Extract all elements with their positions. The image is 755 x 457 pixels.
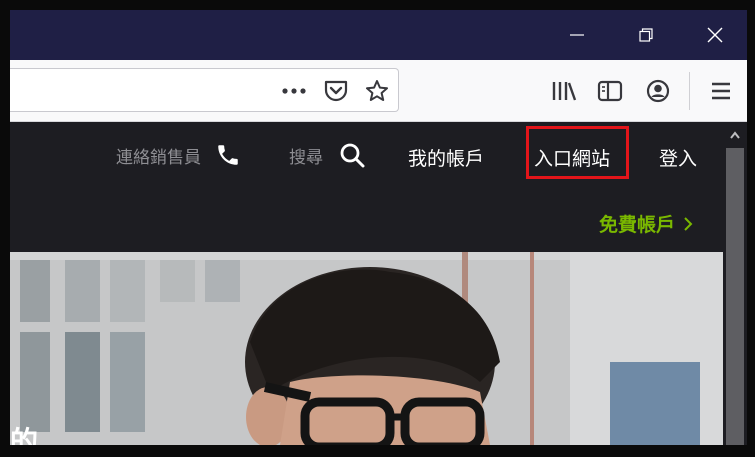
phone-icon	[218, 145, 238, 165]
restore-button[interactable]	[623, 10, 669, 60]
library-icon	[552, 82, 577, 101]
minimize-button[interactable]	[554, 10, 600, 60]
library-button[interactable]	[548, 75, 580, 107]
hamburger-menu-icon	[712, 82, 730, 100]
portal-link[interactable]: 入口網站	[534, 144, 610, 171]
main-menu-button[interactable]	[705, 75, 737, 107]
browser-window: 連絡銷售員 搜尋 我的帳戶 入口網站 登入 免費帳戶 的	[0, 0, 755, 457]
title-bar	[10, 10, 747, 60]
sidebar-button[interactable]	[594, 75, 626, 107]
account-button[interactable]	[642, 75, 674, 107]
pocket-button[interactable]	[320, 75, 352, 107]
free-account-link[interactable]: 免費帳戶	[599, 210, 693, 237]
portal-label: 入口網站	[534, 148, 611, 170]
my-account-link[interactable]: 我的帳戶	[408, 144, 484, 171]
page-actions-button[interactable]	[278, 75, 310, 107]
contact-sales-label: 連絡銷售員	[116, 147, 201, 168]
chevron-up-icon	[730, 131, 740, 139]
my-account-label: 我的帳戶	[408, 148, 485, 170]
sidebar-icon	[597, 80, 623, 102]
toolbar-separator	[689, 72, 690, 110]
hero-heading: 的	[10, 425, 39, 445]
login-label: 登入	[659, 148, 698, 170]
hero-image: 的	[10, 252, 723, 445]
scroll-up-button[interactable]	[723, 126, 747, 144]
hero-photo	[10, 252, 723, 445]
more-horizontal-icon	[282, 88, 306, 94]
site-header: 連絡銷售員 搜尋 我的帳戶 入口網站 登入 免費帳戶	[10, 122, 723, 252]
pocket-icon	[324, 80, 348, 102]
close-button[interactable]	[692, 10, 738, 60]
search-link[interactable]: 搜尋	[289, 142, 365, 168]
search-label: 搜尋	[289, 147, 323, 168]
free-account-label: 免費帳戶	[599, 214, 676, 236]
chevron-right-icon	[684, 216, 693, 231]
search-icon	[340, 143, 365, 168]
url-bar[interactable]	[10, 68, 399, 112]
star-icon	[366, 80, 388, 101]
contact-sales-link[interactable]: 連絡銷售員	[116, 142, 241, 168]
minimize-icon	[570, 34, 584, 36]
bookmark-star-button[interactable]	[361, 75, 393, 107]
login-link[interactable]: 登入	[659, 144, 697, 171]
restore-icon	[639, 28, 653, 42]
page-scrollbar[interactable]	[723, 122, 747, 445]
close-icon	[707, 27, 723, 43]
browser-toolbar	[10, 60, 747, 122]
account-icon	[646, 79, 670, 103]
scroll-thumb[interactable]	[726, 148, 744, 445]
